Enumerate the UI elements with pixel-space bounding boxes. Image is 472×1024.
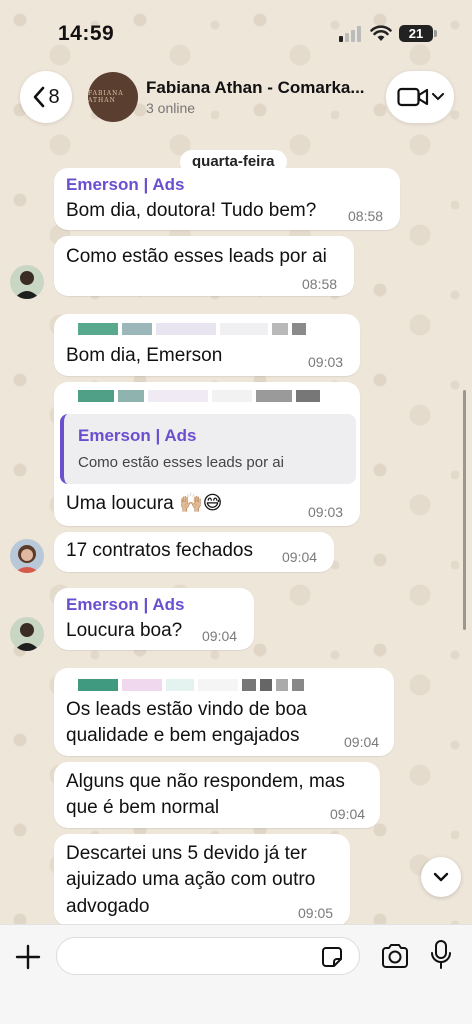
status-bar: 14:59 21 bbox=[0, 0, 472, 70]
message-text: Descartei uns 5 devido já ter bbox=[66, 843, 307, 864]
message-time: 09:04 bbox=[282, 549, 318, 565]
status-time: 14:59 bbox=[58, 22, 115, 45]
message-bubble[interactable]: Emerson | Ads Bom dia, doutora! Tudo bem… bbox=[54, 168, 400, 230]
message-text: Os leads estão vindo de boa bbox=[66, 699, 307, 720]
message-time: 08:58 bbox=[302, 276, 338, 292]
message-text: Bom dia, Emerson bbox=[66, 345, 223, 366]
message-text-line2: que é bem normal bbox=[66, 797, 220, 818]
message-time: 09:03 bbox=[308, 354, 344, 370]
quoted-message[interactable]: Emerson | Ads Como estão esses leads por… bbox=[60, 414, 356, 484]
message-text: Uma loucura 🙌🏼😅 bbox=[66, 493, 223, 514]
back-button[interactable]: 8 bbox=[20, 71, 72, 123]
message-time: 09:03 bbox=[308, 504, 344, 520]
quoted-text: Como estão esses leads por ai bbox=[78, 454, 284, 471]
blurred-sender-name bbox=[78, 679, 304, 691]
message-time: 09:04 bbox=[202, 628, 238, 644]
message-input[interactable] bbox=[56, 937, 360, 975]
signal-icon bbox=[339, 26, 361, 42]
camera-icon[interactable] bbox=[380, 943, 410, 969]
message-time: 09:04 bbox=[330, 806, 366, 822]
video-call-button[interactable] bbox=[386, 71, 454, 123]
attach-button[interactable] bbox=[12, 941, 44, 973]
wifi-icon bbox=[370, 25, 392, 41]
group-avatar: FABIANA ATHAN bbox=[88, 72, 138, 122]
message-text: Como estão esses leads por ai bbox=[66, 246, 327, 267]
group-avatar-logo-text: FABIANA ATHAN bbox=[88, 90, 124, 104]
plus-icon bbox=[15, 944, 41, 970]
message-sender[interactable]: Emerson | Ads bbox=[66, 175, 184, 195]
message-time: 09:04 bbox=[344, 734, 380, 750]
chevron-down-icon bbox=[433, 872, 449, 882]
message-bubble[interactable]: Alguns que não respondem, mas que é bem … bbox=[54, 762, 380, 828]
scroll-to-bottom-button[interactable] bbox=[421, 857, 461, 897]
message-text-line2: ajuizado uma ação com outro bbox=[66, 869, 316, 890]
chevron-down-icon bbox=[431, 93, 444, 101]
quoted-sender: Emerson | Ads bbox=[78, 426, 197, 445]
sticker-icon[interactable] bbox=[320, 945, 344, 969]
member-avatar[interactable] bbox=[10, 265, 44, 299]
message-text: Loucura boa? bbox=[66, 620, 183, 641]
message-bubble[interactable]: 17 contratos fechados 09:04 bbox=[54, 532, 334, 572]
microphone-icon[interactable] bbox=[430, 939, 452, 971]
message-text-line3: advogado bbox=[66, 896, 150, 917]
message-bubble[interactable]: Como estão esses leads por ai 08:58 bbox=[54, 236, 354, 296]
message-composer bbox=[0, 924, 472, 1024]
member-avatar[interactable] bbox=[10, 539, 44, 573]
message-text: Alguns que não respondem, mas bbox=[66, 771, 345, 792]
video-camera-icon bbox=[396, 87, 428, 107]
member-avatar[interactable] bbox=[10, 617, 44, 651]
message-text: Bom dia, doutora! Tudo bem? bbox=[66, 200, 317, 221]
chat-subtitle: 3 online bbox=[146, 100, 196, 116]
message-bubble[interactable]: Bom dia, Emerson 09:03 bbox=[54, 314, 360, 376]
blurred-sender-name bbox=[78, 390, 320, 402]
message-bubble[interactable]: Emerson | Ads Como estão esses leads por… bbox=[54, 382, 360, 526]
message-text: 17 contratos fechados bbox=[66, 540, 253, 561]
message-bubble[interactable]: Os leads estão vindo de boa qualidade e … bbox=[54, 668, 394, 756]
message-time: 08:58 bbox=[348, 208, 384, 224]
chevron-left-icon bbox=[34, 86, 45, 108]
message-time: 09:05 bbox=[298, 905, 334, 921]
message-text-line2: qualidade e bem engajados bbox=[66, 725, 300, 746]
message-bubble[interactable]: Emerson | Ads Loucura boa? 09:04 bbox=[54, 588, 254, 650]
scrollbar[interactable] bbox=[463, 390, 466, 630]
message-bubble[interactable]: Descartei uns 5 devido já ter ajuizado u… bbox=[54, 834, 350, 926]
message-sender[interactable]: Emerson | Ads bbox=[66, 595, 184, 615]
blurred-sender-name bbox=[78, 323, 306, 335]
chat-header[interactable]: FABIANA ATHAN Fabiana Athan - Comarka...… bbox=[82, 66, 378, 128]
chat-title: Fabiana Athan - Comarka... bbox=[146, 78, 365, 97]
unread-count: 8 bbox=[48, 85, 60, 108]
battery-indicator: 21 bbox=[399, 25, 437, 42]
